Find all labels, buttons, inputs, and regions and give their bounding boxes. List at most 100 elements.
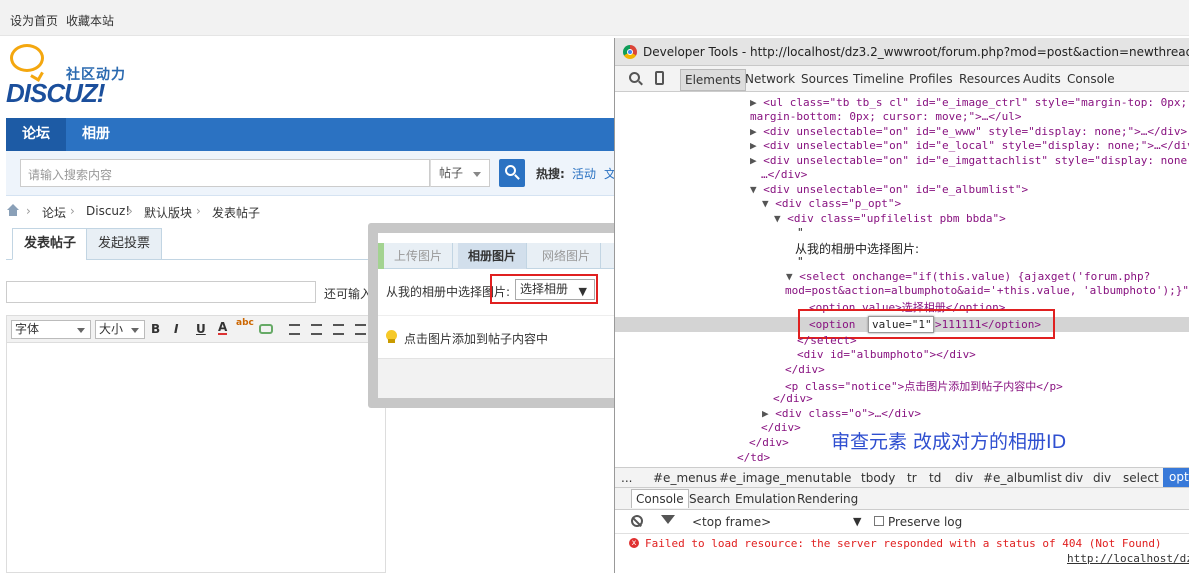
tree-line[interactable]: </div> (785, 363, 825, 376)
tab-new-poll[interactable]: 发起投票 (86, 228, 163, 260)
drawer-tab-rendering[interactable]: Rendering (797, 492, 858, 506)
tree-line[interactable]: </div> (761, 421, 801, 434)
font-select[interactable]: 字体 (11, 320, 91, 339)
tab-resources[interactable]: Resources (959, 72, 1020, 86)
tree-line[interactable]: <p class="notice">点击图片添加到帖子内容中</p> (785, 378, 1063, 394)
bold-button[interactable]: B (151, 322, 160, 336)
popup-footer (378, 358, 628, 398)
tree-line[interactable]: ▶ <ul class="tb tb_s cl" id="e_image_ctr… (750, 96, 1187, 109)
dom-crumb[interactable]: div (955, 471, 973, 485)
logo-bubble-icon (10, 44, 44, 72)
hot-search-item[interactable]: 活动 (572, 165, 596, 182)
tree-line[interactable]: ▼ <select onchange="if(this.value) {ajax… (786, 270, 1150, 283)
preserve-log-checkbox[interactable] (874, 516, 884, 526)
tree-line[interactable]: ▶ <div unselectable="on" id="e_www" styl… (750, 125, 1187, 138)
tree-line[interactable]: </select> (797, 334, 857, 347)
breadcrumb-item[interactable]: 默认版块 (144, 204, 192, 221)
align-justify-icon[interactable] (355, 324, 366, 335)
tree-line[interactable]: ▼ <div class="upfilelist pbm bbda"> (774, 212, 1006, 225)
inspect-icon[interactable] (629, 72, 643, 86)
site-topbar: 设为首页 收藏本站 (0, 0, 1189, 36)
tree-line[interactable]: </td> (737, 451, 770, 464)
devtools-titlebar: Developer Tools - http://localhost/dz3.2… (615, 38, 1189, 66)
tab-web-image[interactable]: 网络图片 (532, 243, 602, 269)
dom-crumb[interactable]: tbody (861, 471, 895, 485)
tab-audits[interactable]: Audits (1023, 72, 1061, 86)
dom-crumb-active[interactable]: opti (1163, 468, 1189, 487)
nav-item-album[interactable]: 相册 (66, 118, 126, 151)
tab-upload-image[interactable]: 上传图片 (384, 243, 454, 269)
breadcrumb-item[interactable]: Discuz! (86, 204, 130, 218)
tree-line[interactable]: ▼ <div class="p_opt"> (762, 197, 901, 210)
drawer-tab-emulation[interactable]: Emulation (735, 492, 796, 506)
search-type-select[interactable]: 帖子 (430, 159, 490, 187)
size-select[interactable]: 大小 (95, 320, 145, 339)
dom-crumb[interactable]: tr (907, 471, 917, 485)
align-left-icon[interactable] (289, 324, 300, 335)
tree-line[interactable]: </div> (749, 436, 789, 449)
image-popup: 上传图片 相册图片 网络图片 从我的相册中选择图片: 选择相册 ▼ 点击图片添加… (368, 223, 628, 408)
dom-crumb[interactable]: #e_image_menu (719, 471, 820, 485)
tree-line[interactable]: margin-bottom: 0px; cursor: move;">…</ul… (750, 110, 1022, 123)
tab-profiles[interactable]: Profiles (909, 72, 953, 86)
tree-line[interactable]: ▼ <div unselectable="on" id="e_albumlist… (750, 183, 1028, 196)
dropdown-arrow-icon[interactable]: ▼ (853, 515, 861, 528)
breadcrumb-item[interactable]: 论坛 (42, 204, 66, 221)
frame-select[interactable]: <top frame> (692, 515, 771, 529)
nav-item-forum[interactable]: 论坛 (6, 118, 66, 151)
subject-input[interactable] (6, 281, 316, 303)
home-icon[interactable] (6, 204, 20, 216)
chevron-down-icon (473, 172, 481, 177)
search-button[interactable] (499, 159, 525, 187)
tree-line[interactable]: 从我的相册中选择图片: (795, 240, 919, 257)
tree-line[interactable]: " (797, 255, 804, 268)
tree-line[interactable]: mod=post&action=albumphoto&aid='+this.va… (785, 284, 1189, 297)
tree-line[interactable]: " (797, 226, 804, 239)
dom-crumb[interactable]: #e_menus (653, 471, 717, 485)
align-right-icon[interactable] (333, 324, 344, 335)
search-bar: 请输入搜索内容 帖子 热搜: 活动 文 (6, 151, 616, 196)
font-color-button[interactable]: A (218, 321, 228, 335)
spellcheck-button[interactable]: abc (236, 318, 254, 328)
device-mode-icon[interactable] (655, 71, 664, 85)
favorite-link[interactable]: 收藏本站 (66, 12, 114, 29)
chevron-down-icon (77, 328, 85, 333)
dom-crumb[interactable]: td (929, 471, 941, 485)
set-home-link[interactable]: 设为首页 (10, 12, 58, 29)
dom-crumb[interactable]: div (1065, 471, 1083, 485)
dom-crumb[interactable]: select (1123, 471, 1159, 485)
dom-crumb[interactable]: ... (621, 471, 632, 485)
error-source-link[interactable]: http://localhost/dz (1067, 552, 1189, 565)
link-icon[interactable] (259, 324, 273, 334)
tree-line[interactable]: </div> (773, 392, 813, 405)
highlight-box (490, 274, 598, 304)
tree-line[interactable]: ▶ <div unselectable="on" id="e_imgattach… (750, 154, 1189, 167)
search-input[interactable]: 请输入搜索内容 (20, 159, 430, 187)
tab-album-image[interactable]: 相册图片 (458, 243, 528, 269)
tab-console[interactable]: Console (1067, 72, 1115, 86)
tab-elements[interactable]: Elements (680, 69, 746, 91)
tree-line[interactable]: <div id="albumphoto"></div> (797, 348, 976, 361)
dom-crumb[interactable]: #e_albumlist (983, 471, 1062, 485)
dom-crumb[interactable]: div (1093, 471, 1111, 485)
tree-line[interactable]: ▶ <div class="o">…</div> (762, 407, 921, 420)
drawer-tab-search[interactable]: Search (689, 492, 730, 506)
tab-sources[interactable]: Sources (801, 72, 848, 86)
clear-console-icon[interactable] (631, 515, 643, 527)
filter-icon[interactable] (661, 515, 675, 524)
hot-search-label: 热搜: (536, 167, 565, 181)
tree-line[interactable]: ▶ <div unselectable="on" id="e_local" st… (750, 139, 1189, 152)
editor-textarea[interactable] (6, 343, 386, 573)
italic-button[interactable]: I (174, 322, 178, 336)
tab-timeline[interactable]: Timeline (853, 72, 904, 86)
tab-network[interactable]: Network (745, 72, 795, 86)
drawer-tab-console[interactable]: Console (631, 489, 689, 508)
tree-line[interactable]: …</div> (761, 168, 807, 181)
discuz-logo[interactable]: 社区动力 DISCUZ! (6, 42, 146, 112)
underline-button[interactable]: U (196, 322, 206, 336)
tab-new-thread[interactable]: 发表帖子 (12, 228, 89, 260)
popup-tabs: 上传图片 相册图片 网络图片 (378, 243, 628, 269)
align-center-icon[interactable] (311, 324, 322, 335)
annotation-text: 审查元素 改成对方的相册ID (831, 431, 1067, 453)
dom-crumb[interactable]: table (821, 471, 851, 485)
